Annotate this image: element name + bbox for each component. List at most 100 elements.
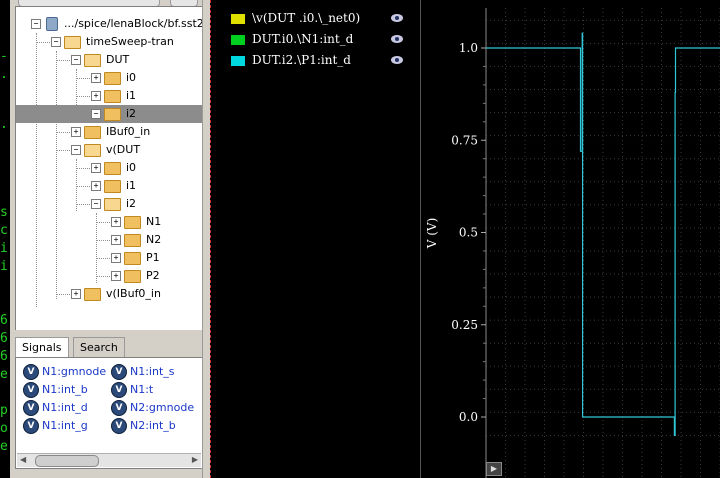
eye-icon[interactable] bbox=[391, 56, 403, 64]
folder-icon bbox=[124, 216, 141, 229]
tree-label: i2 bbox=[126, 107, 137, 120]
collapse-icon[interactable]: − bbox=[91, 199, 101, 209]
tree-label: P1 bbox=[146, 251, 160, 264]
tree-row-vdut-i1[interactable]: + i1 bbox=[16, 177, 203, 195]
waveform-legend: \v(DUT .i0.\_net0) DUT.i0.\N1:int_d DUT.… bbox=[210, 0, 630, 478]
scroll-left-icon[interactable]: ◀ bbox=[20, 455, 26, 464]
collapse-icon[interactable]: − bbox=[51, 37, 61, 47]
y-tick-label: 0.75 bbox=[451, 133, 478, 147]
legend-swatch bbox=[231, 14, 245, 24]
signal-label: N1:int_g bbox=[42, 419, 88, 432]
signal-v-icon: V bbox=[23, 382, 39, 398]
terminal-glyph: e bbox=[0, 439, 8, 454]
tree-label: i1 bbox=[126, 179, 137, 192]
signal-label: N1:int_s bbox=[130, 365, 175, 378]
terminal-glyph: s bbox=[0, 205, 8, 220]
folder-open-icon bbox=[84, 144, 101, 157]
expand-icon[interactable]: + bbox=[91, 91, 101, 101]
terminal-glyph: . bbox=[0, 67, 8, 82]
terminal-strip: - . . s c i i 6 6 6 e p o e bbox=[0, 0, 10, 478]
tree-row-root[interactable]: − .../spice/lenaBlock/bf.sst2 bbox=[16, 15, 203, 33]
legend-swatch bbox=[231, 56, 245, 66]
terminal-glyph: 6 bbox=[0, 313, 8, 328]
expand-icon[interactable]: + bbox=[111, 253, 121, 263]
tree-row-dut-i1[interactable]: + i1 bbox=[16, 87, 203, 105]
waveform-chart: 1.0 0.75 0.5 0.25 0.0 V (V) bbox=[425, 8, 720, 478]
design-tree[interactable]: − .../spice/lenaBlock/bf.sst2 − timeSwee… bbox=[15, 6, 203, 330]
legend-swatch bbox=[231, 35, 245, 45]
folder-icon bbox=[124, 252, 141, 265]
terminal-glyph: - bbox=[0, 49, 8, 64]
signal-label: N1:int_d bbox=[42, 401, 88, 414]
eye-icon[interactable] bbox=[391, 14, 403, 22]
y-tick-label: 0.0 bbox=[459, 410, 478, 424]
collapse-icon[interactable]: − bbox=[71, 55, 81, 65]
tree-label: DUT bbox=[106, 53, 130, 66]
signal-label: N2:gmnode bbox=[130, 401, 195, 414]
terminal-glyph: i bbox=[0, 259, 8, 274]
tree-row-p1[interactable]: + P1 bbox=[16, 249, 203, 267]
y-tick-label: 0.5 bbox=[459, 226, 478, 240]
tree-row-ibuf0[interactable]: + IBuf0_in bbox=[16, 123, 203, 141]
tree-row-dut-i0[interactable]: + i0 bbox=[16, 69, 203, 87]
signal-label: N1:int_b bbox=[42, 383, 88, 396]
tree-label: i0 bbox=[126, 71, 137, 84]
y-axis-label: V (V) bbox=[425, 218, 439, 250]
browser-panel: − .../spice/lenaBlock/bf.sst2 − timeSwee… bbox=[10, 0, 204, 478]
tree-label: IBuf0_in bbox=[106, 125, 151, 138]
expand-icon[interactable]: + bbox=[111, 217, 121, 227]
tree-row-vdut[interactable]: − v(DUT bbox=[16, 141, 203, 159]
tree-row-dut[interactable]: − DUT bbox=[16, 51, 203, 69]
tree-label: N2 bbox=[146, 233, 162, 246]
tree-row-timesweep[interactable]: − timeSweep-tran bbox=[16, 33, 203, 51]
series-line bbox=[486, 32, 720, 436]
scroll-right-icon[interactable]: ▶ bbox=[192, 455, 198, 464]
tree-label: .../spice/lenaBlock/bf.sst2 bbox=[64, 17, 203, 30]
collapse-icon[interactable]: − bbox=[91, 109, 101, 119]
tree-row-vdut-i2[interactable]: − i2 bbox=[16, 195, 203, 213]
collapse-icon[interactable]: − bbox=[71, 145, 81, 155]
horizontal-scrollbar[interactable]: ◀ ▶ bbox=[17, 453, 201, 467]
folder-open-icon bbox=[64, 36, 81, 49]
terminal-glyph: p bbox=[0, 403, 8, 418]
folder-open-icon bbox=[104, 198, 121, 211]
terminal-glyph: 6 bbox=[0, 349, 8, 364]
legend-label: \v(DUT .i0.\_net0) bbox=[252, 11, 361, 25]
signal-v-icon: V bbox=[23, 400, 39, 416]
expand-icon[interactable]: + bbox=[111, 235, 121, 245]
signal-v-icon: V bbox=[23, 418, 39, 434]
tree-row-dut-i2[interactable]: − i2 bbox=[16, 105, 203, 123]
folder-icon bbox=[104, 108, 121, 121]
tree-row-vibuf0[interactable]: + v(IBuf0_in bbox=[16, 285, 203, 303]
expand-icon[interactable]: + bbox=[111, 271, 121, 281]
tab-signals[interactable]: Signals bbox=[15, 337, 69, 358]
signal-v-icon: V bbox=[111, 400, 127, 416]
expand-icon[interactable]: + bbox=[91, 73, 101, 83]
tree-row-n2[interactable]: + N2 bbox=[16, 231, 203, 249]
tree-row-vdut-i0[interactable]: + i0 bbox=[16, 159, 203, 177]
expand-icon[interactable]: + bbox=[91, 181, 101, 191]
folder-icon bbox=[104, 180, 121, 193]
tree-label: P2 bbox=[146, 269, 160, 282]
signal-label: N1:t bbox=[130, 383, 154, 396]
legend-label: DUT.i2.\P1:int_d bbox=[252, 53, 351, 67]
waveform-plot[interactable]: 1.0 0.75 0.5 0.25 0.0 V (V) bbox=[421, 0, 720, 478]
scroll-thumb[interactable] bbox=[35, 455, 99, 467]
database-icon bbox=[46, 17, 58, 31]
expand-icon[interactable]: + bbox=[91, 163, 101, 173]
collapse-icon[interactable]: − bbox=[31, 19, 41, 29]
terminal-glyph: . bbox=[0, 117, 8, 132]
tree-row-p2[interactable]: + P2 bbox=[16, 267, 203, 285]
terminal-glyph: i bbox=[0, 241, 8, 256]
play-icon[interactable]: ▶ bbox=[486, 462, 502, 476]
eye-icon[interactable] bbox=[391, 35, 403, 43]
signal-v-icon: V bbox=[111, 364, 127, 380]
folder-icon bbox=[104, 162, 121, 175]
signal-list[interactable]: V N1:gmnode V N1:int_s V N1:int_b V N1:t… bbox=[15, 357, 204, 469]
folder-icon bbox=[104, 72, 121, 85]
tab-search[interactable]: Search bbox=[73, 337, 125, 357]
tree-row-n1[interactable]: + N1 bbox=[16, 213, 203, 231]
folder-open-icon bbox=[84, 54, 101, 67]
expand-icon[interactable]: + bbox=[71, 127, 81, 137]
expand-icon[interactable]: + bbox=[71, 289, 81, 299]
